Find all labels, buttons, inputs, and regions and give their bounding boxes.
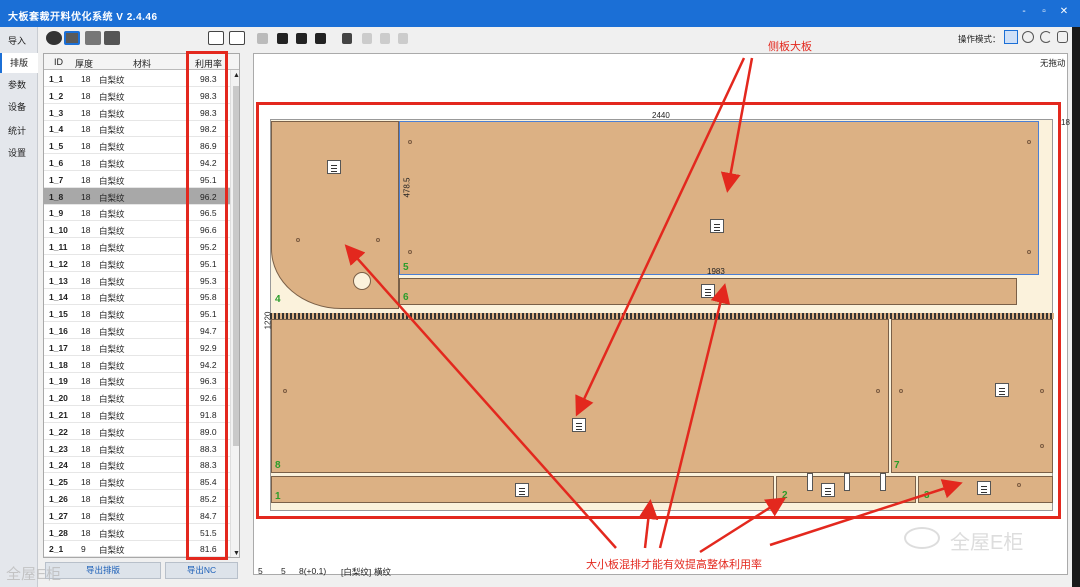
watermark-brand: 全屋E柜	[950, 532, 1024, 554]
wechat-icon	[904, 527, 940, 549]
arrow-side-b	[720, 57, 754, 193]
arrow-mixed-d	[699, 497, 787, 554]
status-c: 8(+0.1)	[299, 566, 327, 576]
arrow-mixed-c	[638, 499, 659, 549]
status-b: 5	[281, 566, 286, 576]
status-material: [白梨纹]	[341, 567, 372, 577]
arrow-mixed-a	[344, 244, 617, 549]
status-grain: 横纹	[374, 567, 392, 577]
watermark-left: 全屋E柜	[6, 566, 62, 583]
annotation-arrows	[344, 57, 963, 554]
arrow-mixed-b	[658, 283, 731, 549]
status-a: 5	[258, 566, 263, 576]
arrow-side-a	[575, 57, 746, 417]
